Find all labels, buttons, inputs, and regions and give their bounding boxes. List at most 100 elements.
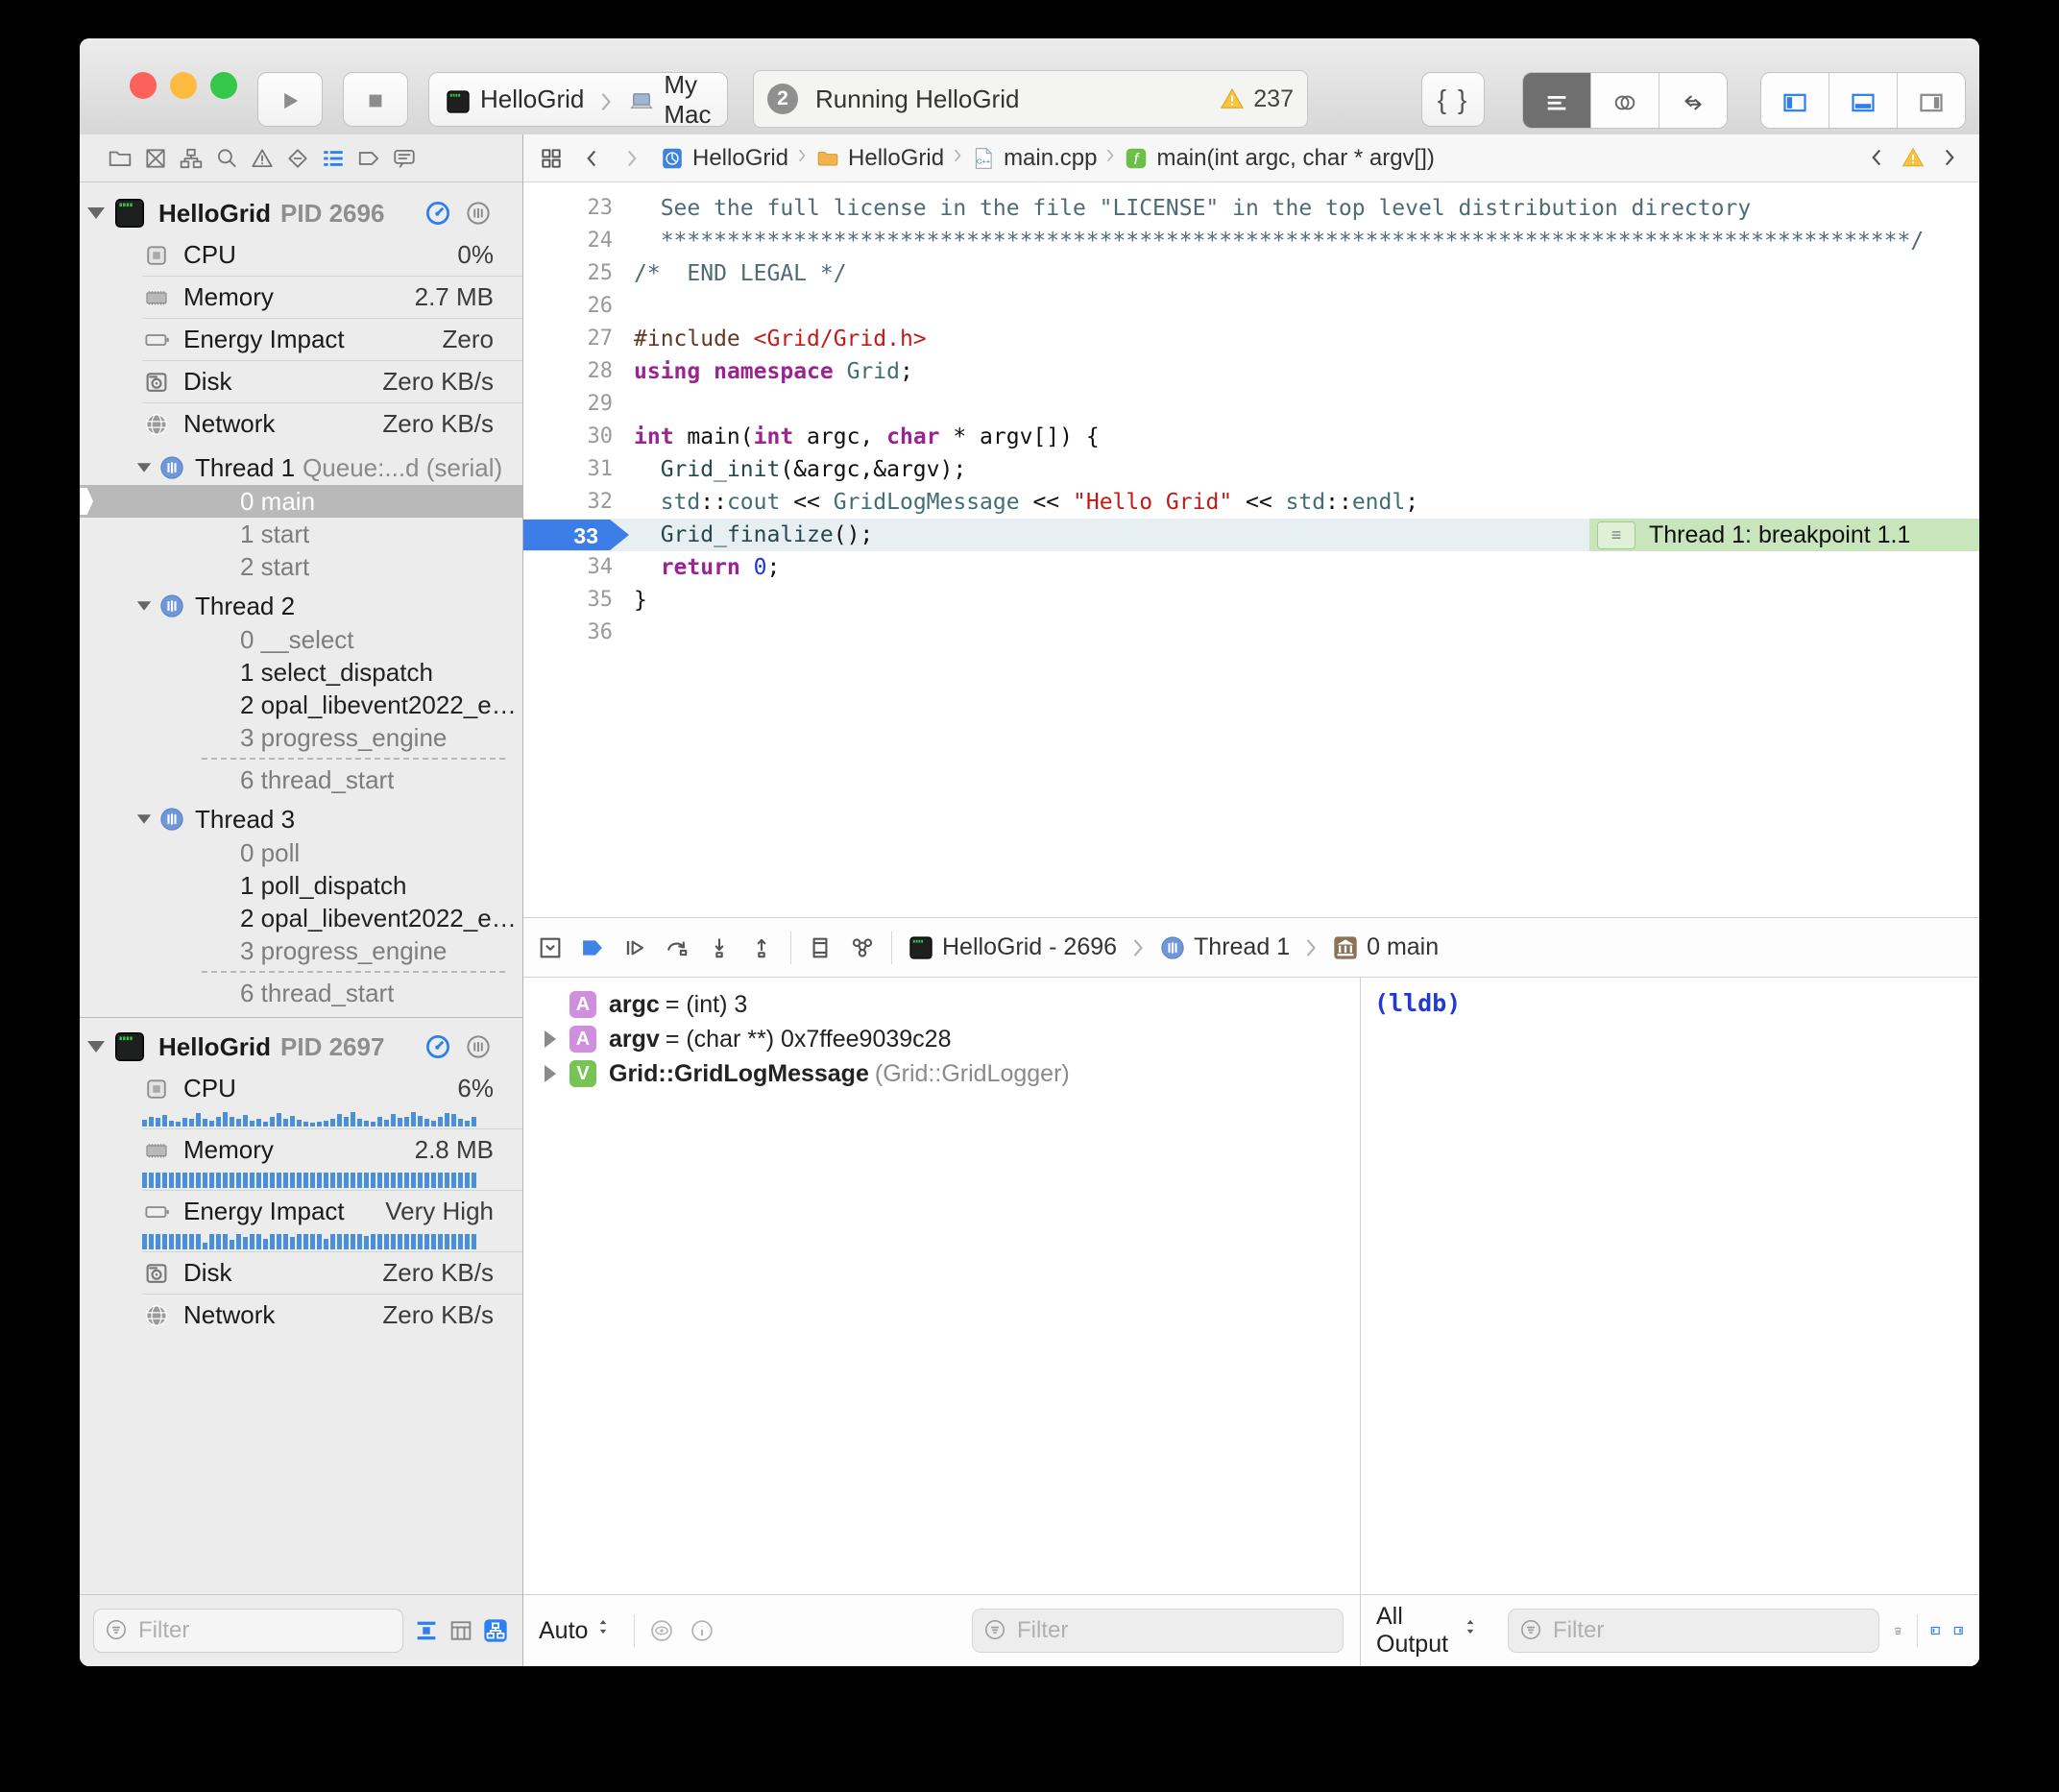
line-number[interactable]: 25 [523, 257, 613, 290]
scheme-selector[interactable]: HelloGrid My Mac [428, 72, 728, 127]
console-output-popup[interactable]: All Output [1376, 1603, 1481, 1659]
assistant-editor-button[interactable] [1591, 73, 1659, 128]
info-button[interactable] [689, 1617, 715, 1644]
zoom-button[interactable] [210, 72, 237, 99]
crumb-process[interactable]: HelloGrid - 2696 [942, 933, 1117, 961]
navigator-tab-report[interactable] [391, 145, 418, 172]
close-button[interactable] [130, 72, 157, 99]
line-number[interactable]: 35 [523, 584, 613, 617]
toggle-debug-area-button[interactable] [1829, 73, 1898, 128]
thread-row[interactable]: Thread 2 [80, 589, 522, 623]
stat-row-energy-impact[interactable]: Energy ImpactVery High [80, 1191, 522, 1232]
show-variables-button[interactable] [1930, 1617, 1941, 1644]
step-over-button[interactable] [664, 934, 690, 961]
gauge-icon[interactable] [424, 1032, 452, 1061]
source-editor[interactable]: 23 See the full license in the file "LIC… [523, 182, 1979, 927]
thread-row[interactable]: Thread 1Queue:...d (serial) [80, 450, 522, 485]
threads-view-icon[interactable] [464, 199, 493, 228]
navigator-tab-issue[interactable] [249, 145, 276, 172]
jumpbar-item[interactable]: HelloGrid [815, 145, 944, 172]
jumpbar-item[interactable]: fmain(int argc, char * argv[]) [1124, 145, 1434, 172]
stack-frame-row[interactable]: 0 main [80, 485, 522, 518]
line-number[interactable]: 28 [523, 355, 613, 388]
show-console-button[interactable] [1953, 1617, 1964, 1644]
stat-row-energy-impact[interactable]: Energy ImpactZero [80, 319, 522, 360]
stack-frame-row[interactable]: 0 __select [80, 623, 522, 656]
stat-row-memory[interactable]: Memory2.7 MB [80, 277, 522, 318]
stack-frame-row[interactable]: 2 start [80, 550, 522, 583]
quicklook-button[interactable] [648, 1617, 675, 1644]
prev-issue-button[interactable] [1864, 145, 1891, 172]
navigator-tab-debug[interactable] [320, 145, 347, 172]
filter-crashed-button[interactable] [448, 1617, 474, 1644]
console-view[interactable]: (lldb) [1360, 978, 1979, 1594]
navigator-tab-test[interactable] [284, 145, 311, 172]
breakpoint-annotation[interactable]: ≡Thread 1: breakpoint 1.1 [1589, 519, 1979, 551]
back-button[interactable] [579, 145, 606, 172]
stat-row-memory[interactable]: Memory2.8 MB [80, 1129, 522, 1171]
stat-row-disk[interactable]: DiskZero KB/s [80, 361, 522, 402]
view-mode-button[interactable] [482, 1617, 509, 1644]
variable-row[interactable]: Aargv= (char **) 0x7ffee9039c28 [523, 1022, 1359, 1056]
crumb-thread[interactable]: Thread 1 [1194, 933, 1290, 961]
process-row[interactable]: HelloGridPID 2696 [80, 192, 522, 234]
line-number[interactable]: 32 [523, 486, 613, 519]
console-filter-field[interactable]: Filter [1508, 1609, 1879, 1653]
related-items-button[interactable] [539, 145, 566, 172]
stack-frame-row[interactable]: 2 opal_libevent2022_ev… [80, 902, 522, 934]
disclosure-triangle-icon[interactable] [545, 1030, 556, 1048]
line-number[interactable]: 31 [523, 453, 613, 486]
stack-frame-row[interactable]: 1 start [80, 518, 522, 550]
line-number[interactable]: 29 [523, 388, 613, 421]
navigator-tab-symbol[interactable] [178, 145, 205, 172]
disclosure-triangle-icon[interactable] [87, 1041, 105, 1053]
stack-frame-row[interactable]: 1 poll_dispatch [80, 869, 522, 902]
crumb-frame[interactable]: 0 main [1367, 933, 1439, 961]
code-snippets-button[interactable]: { } [1421, 72, 1485, 127]
disclosure-triangle-icon[interactable] [137, 601, 151, 611]
line-number[interactable]: 24 [523, 225, 613, 257]
navigator-tab-project[interactable] [107, 145, 133, 172]
disclosure-triangle-icon[interactable] [137, 814, 151, 824]
memory-graph-button[interactable] [849, 934, 876, 961]
disclosure-triangle-icon[interactable] [545, 1065, 556, 1082]
stack-frame-row[interactable]: 3 progress_engine [80, 934, 522, 967]
variable-row[interactable]: Aargc= (int) 3 [523, 987, 1359, 1022]
disclosure-triangle-icon[interactable] [137, 463, 151, 472]
version-editor-button[interactable] [1659, 73, 1727, 128]
variables-filter-field[interactable]: Filter [972, 1609, 1344, 1653]
variable-row[interactable]: VGrid::GridLogMessage(Grid::GridLogger) [523, 1056, 1359, 1091]
forward-button[interactable] [619, 145, 646, 172]
stat-row-network[interactable]: NetworkZero KB/s [80, 403, 522, 445]
hide-debug-area-button[interactable] [537, 934, 564, 961]
stat-row-network[interactable]: NetworkZero KB/s [80, 1295, 522, 1336]
navigator-tab-find[interactable] [213, 145, 240, 172]
activity-view[interactable]: 2 Running HelloGrid 237 [753, 70, 1308, 128]
stat-row-cpu[interactable]: CPU0% [80, 234, 522, 276]
line-number[interactable]: 36 [523, 617, 613, 649]
stat-row-cpu[interactable]: CPU6% [80, 1068, 522, 1109]
line-number[interactable]: 30 [523, 421, 613, 453]
gauge-icon[interactable] [424, 199, 452, 228]
jumpbar-item[interactable]: HelloGrid [660, 145, 788, 172]
filter-debug-symbols-button[interactable] [413, 1617, 440, 1644]
process-row[interactable]: HelloGridPID 2697 [80, 1026, 522, 1068]
stat-row-disk[interactable]: DiskZero KB/s [80, 1252, 522, 1294]
stack-frame-row[interactable]: 3 progress_engine [80, 721, 522, 754]
step-out-button[interactable] [748, 934, 775, 961]
clear-console-button[interactable] [1893, 1617, 1903, 1644]
stack-frame-row[interactable]: 2 opal_libevent2022_ev… [80, 689, 522, 721]
annotation-menu-icon[interactable]: ≡ [1597, 521, 1635, 549]
breakpoint-badge[interactable]: 33 [523, 520, 629, 550]
variables-scope-popup[interactable]: Auto [539, 1617, 620, 1645]
toggle-inspectors-button[interactable] [1898, 73, 1965, 128]
minimize-button[interactable] [170, 72, 197, 99]
stack-frame-row[interactable]: 0 poll [80, 836, 522, 869]
navigator-tab-source-control[interactable] [142, 145, 169, 172]
line-number[interactable]: 27 [523, 323, 613, 355]
thread-row[interactable]: Thread 3 [80, 802, 522, 836]
toggle-navigator-button[interactable] [1761, 73, 1829, 128]
line-number[interactable]: 23 [523, 192, 613, 225]
stack-frame-row[interactable]: 6 thread_start [80, 763, 522, 796]
navigator-tab-breakpoint[interactable] [355, 145, 382, 172]
